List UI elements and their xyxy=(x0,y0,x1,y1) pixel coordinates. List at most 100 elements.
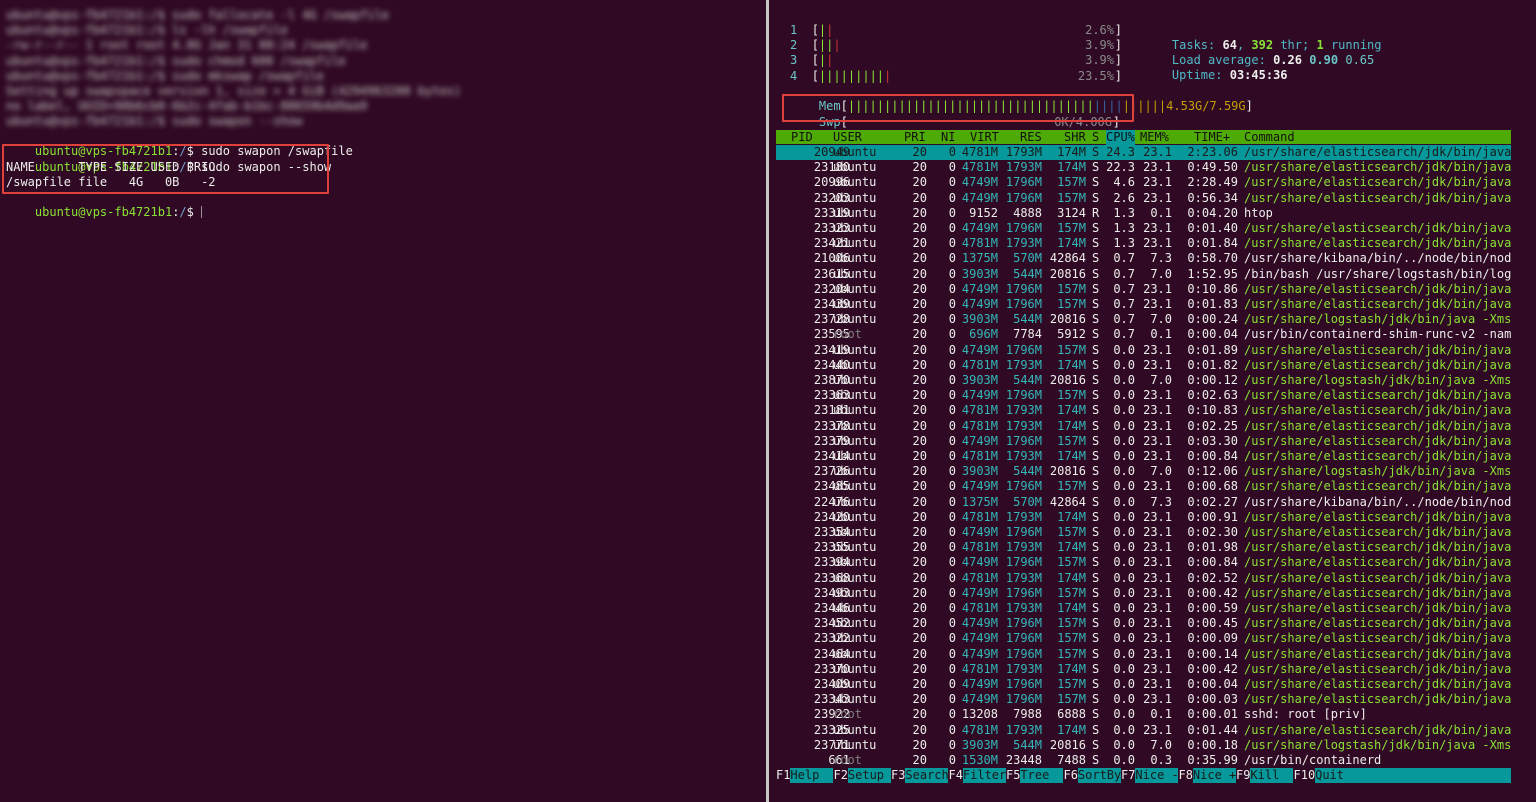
fkey-f9[interactable]: F9 xyxy=(1236,768,1250,783)
process-row[interactable]: 23922 root 20 0 13208 7988 6888 S 0.0 0.1 0:00.01 s… xyxy=(776,707,1511,722)
cell-ni: 0 xyxy=(948,373,956,387)
process-row[interactable]: 23595 root 20 0 696M 7784 5912 S 0.7 0.1 0:00.04/u… xyxy=(776,327,1511,342)
cell-cmd: /usr/share/elasticsearch/jdk/bin/java xyxy=(1244,570,1511,585)
cell-pri: 20 xyxy=(912,479,927,494)
process-row[interactable]: 23363 ubuntu 20 0 4749M 1796M 157M S 0.0 23.1 0:02… xyxy=(776,388,1511,403)
fkey-f10[interactable]: F10 xyxy=(1294,768,1316,783)
process-row[interactable]: 23414 ubuntu 20 0 4781M 1793M 174M S 0.0 23.1 0:00… xyxy=(776,449,1511,464)
process-row[interactable]: 23354 ubuntu 20 0 4749M 1796M 157M S 0.0 23.1 0:02… xyxy=(776,525,1511,540)
cell-time: 0:02.27 xyxy=(1187,494,1238,509)
process-row[interactable]: 23181 ubuntu 20 0 4781M 1793M 174M S 0.0 23.1 0:10… xyxy=(776,403,1511,418)
process-row[interactable]: 23493 ubuntu 20 0 4749M 1796M 157M S 0.0 23.1 0:00… xyxy=(776,586,1511,601)
process-row[interactable]: 23325 ubuntu 20 0 4781M 1793M 174M S 0.0 23.1 0:01… xyxy=(776,723,1511,738)
process-row[interactable]: 23355 ubuntu 20 0 4781M 1793M 174M S 0.0 23.1 0:01… xyxy=(776,540,1511,555)
process-table-header[interactable]: PID USER PRI NI VIRT RES SHR S CPU% MEM%… xyxy=(776,130,1511,146)
process-row[interactable]: 23203 ubuntu 20 0 4749M 1796M 157M S 2.6 23.1 0:56… xyxy=(776,191,1511,206)
process-row-selected[interactable]: 20949 ubuntu 20 0 4781M 1793M 174M S 24.3 23.1 2:2… xyxy=(776,145,1511,160)
fkey-label-kill[interactable]: Kill xyxy=(1250,768,1294,783)
process-row[interactable]: 23322 ubuntu 20 0 4749M 1796M 157M S 0.0 23.1 0:00… xyxy=(776,631,1511,646)
cell-shr: 157M xyxy=(1057,631,1086,646)
col-mem[interactable]: MEM% xyxy=(1140,130,1169,145)
col-res[interactable]: RES xyxy=(1020,130,1042,145)
pane-divider[interactable] xyxy=(766,0,769,802)
process-row[interactable]: 23485 ubuntu 20 0 4749M 1796M 157M S 0.0 23.1 0:00… xyxy=(776,479,1511,494)
cell-shr: 174M xyxy=(1057,236,1086,251)
fkey-label-setup[interactable]: Setup xyxy=(847,768,891,783)
col-pid[interactable]: PID xyxy=(791,130,813,145)
left-terminal-pane[interactable]: ubuntu@vps-fb4721b1:/$ sudo fallocate -l… xyxy=(0,0,766,802)
process-row[interactable]: 23319 ubuntu 20 0 9152 4888 3124 R 1.3 0.1 0:04.20… xyxy=(776,206,1511,221)
cell-time: 0:00.04 xyxy=(1187,327,1238,342)
cell-pri: 20 xyxy=(912,525,927,539)
fkey-f6[interactable]: F6 xyxy=(1064,768,1078,783)
process-row[interactable]: 23379 ubuntu 20 0 4749M 1796M 157M S 0.0 23.1 0:03… xyxy=(776,434,1511,449)
cell-cpu: 0.0 xyxy=(1113,585,1135,600)
col-shr[interactable]: SHR xyxy=(1064,130,1086,145)
fkey-label-search[interactable]: Search xyxy=(905,768,949,783)
col-pri[interactable]: PRI xyxy=(904,130,926,145)
fkey-f2[interactable]: F2 xyxy=(834,768,848,783)
process-row[interactable]: 23464 ubuntu 20 0 4749M 1796M 157M S 0.0 23.1 0:00… xyxy=(776,647,1511,662)
process-row[interactable]: 22476 ubuntu 20 0 1375M 570M 42864 S 0.0 7.3 0:02.… xyxy=(776,495,1511,510)
fkey-f5[interactable]: F5 xyxy=(1006,768,1020,783)
process-row[interactable]: 23323 ubuntu 20 0 4749M 1796M 157M S 1.3 23.1 0:01… xyxy=(776,221,1511,236)
cell-res: 1793M xyxy=(1005,357,1042,372)
col-ni[interactable]: NI xyxy=(941,130,955,145)
cell-res: 1796M xyxy=(1005,175,1042,190)
cell-cpu: 4.6 xyxy=(1113,175,1135,190)
process-row[interactable]: 23204 ubuntu 20 0 4749M 1796M 157M S 0.7 23.1 0:10… xyxy=(776,282,1511,297)
process-row[interactable]: 23343 ubuntu 20 0 4749M 1796M 157M S 0.0 23.1 0:00… xyxy=(776,692,1511,707)
process-row[interactable]: 23394 ubuntu 20 0 4749M 1796M 157M S 0.0 23.1 0:00… xyxy=(776,555,1511,570)
cell-user: ubuntu xyxy=(833,449,877,463)
cell-shr: 3124 xyxy=(1057,205,1086,220)
cell-cmd: /usr/share/elasticsearch/jdk/bin/java xyxy=(1244,342,1511,357)
cell-shr: 157M xyxy=(1057,281,1086,296)
process-row[interactable]: 23615 ubuntu 20 0 3903M 544M 20816 S 0.7 7.0 1:52.… xyxy=(776,267,1511,282)
cell-cmd: /usr/share/elasticsearch/jdk/bin/java xyxy=(1244,221,1511,235)
process-row[interactable]: 23452 ubuntu 20 0 4749M 1796M 157M S 0.0 23.1 0:00… xyxy=(776,616,1511,631)
cell-pri: 20 xyxy=(912,175,927,190)
process-row[interactable]: 23728 ubuntu 20 0 3903M 544M 20816 S 0.7 7.0 0:00.… xyxy=(776,312,1511,327)
process-row[interactable]: 661 root 20 0 1530M 23448 7488 S 0.0 0.3 0:35.99/u… xyxy=(776,753,1511,768)
process-row[interactable]: 23440 ubuntu 20 0 4781M 1793M 174M S 0.0 23.1 0:01… xyxy=(776,358,1511,373)
col-state[interactable]: S xyxy=(1092,130,1099,145)
cell-ni: 0 xyxy=(948,388,956,403)
fkey-f8[interactable]: F8 xyxy=(1179,768,1193,783)
process-row[interactable]: 23726 ubuntu 20 0 3903M 544M 20816 S 0.0 7.0 0:12.… xyxy=(776,464,1511,479)
process-row[interactable]: 23771 ubuntu 20 0 3903M 544M 20816 S 0.0 7.0 0:00.… xyxy=(776,738,1511,753)
process-row[interactable]: 23439 ubuntu 20 0 4749M 1796M 157M S 0.7 23.1 0:01… xyxy=(776,297,1511,312)
fkey-label-nice[interactable]: Nice - xyxy=(1135,768,1179,783)
fkey-label-sortby[interactable]: SortBy xyxy=(1077,768,1121,783)
cell-virt: 4781M xyxy=(961,236,998,251)
fkey-label-nice[interactable]: Nice + xyxy=(1192,768,1236,783)
cell-res: 1796M xyxy=(1005,692,1042,707)
process-row[interactable]: 23419 ubuntu 20 0 4749M 1796M 157M S 0.0 23.1 0:01… xyxy=(776,343,1511,358)
fkey-label-tree[interactable]: Tree xyxy=(1020,768,1064,783)
fkey-f4[interactable]: F4 xyxy=(949,768,963,783)
fkey-f3[interactable]: F3 xyxy=(891,768,905,783)
cpu-percent: 23.5% xyxy=(1077,68,1114,83)
process-row[interactable]: 23180 ubuntu 20 0 4781M 1793M 174M S 22.3 23.1 0:4… xyxy=(776,160,1511,175)
process-row[interactable]: 23870 ubuntu 20 0 3903M 544M 20816 S 0.0 7.0 0:00.… xyxy=(776,373,1511,388)
process-row[interactable]: 23378 ubuntu 20 0 4781M 1793M 174M S 0.0 23.1 0:02… xyxy=(776,419,1511,434)
process-row[interactable]: 23409 ubuntu 20 0 4749M 1796M 157M S 0.0 23.1 0:00… xyxy=(776,677,1511,692)
process-row[interactable]: 23446 ubuntu 20 0 4781M 1793M 174M S 0.0 23.1 0:00… xyxy=(776,601,1511,616)
col-cpu[interactable]: CPU% xyxy=(1106,130,1135,146)
cell-shr: 20816 xyxy=(1049,464,1086,479)
process-row[interactable]: 23420 ubuntu 20 0 4781M 1793M 174M S 0.0 23.1 0:00… xyxy=(776,510,1511,525)
process-row[interactable]: 23370 ubuntu 20 0 4781M 1793M 174M S 0.0 23.1 0:00… xyxy=(776,662,1511,677)
col-virt[interactable]: VIRT xyxy=(970,130,999,145)
fkey-label-help[interactable]: Help xyxy=(790,768,834,783)
col-command[interactable]: Command xyxy=(1244,130,1295,145)
process-row[interactable]: 20996 ubuntu 20 0 4749M 1796M 157M S 4.6 23.1 2:28… xyxy=(776,175,1511,190)
fkey-label-filter[interactable]: Filter xyxy=(962,768,1006,783)
col-time[interactable]: TIME+ xyxy=(1194,130,1230,145)
process-row[interactable]: 21006 ubuntu 20 0 1375M 570M 42864 S 0.7 7.3 0:58.… xyxy=(776,251,1511,266)
fkey-f1[interactable]: F1 xyxy=(776,768,790,783)
fkey-label-quit[interactable]: Quit xyxy=(1315,768,1511,783)
col-user[interactable]: USER xyxy=(833,130,862,145)
fkey-f7[interactable]: F7 xyxy=(1121,768,1135,783)
cell-st: S xyxy=(1092,601,1100,615)
process-row[interactable]: 23368 ubuntu 20 0 4781M 1793M 174M S 0.0 23.1 0:02… xyxy=(776,571,1511,586)
process-row[interactable]: 23421 ubuntu 20 0 4781M 1793M 174M S 1.3 23.1 0:01… xyxy=(776,236,1511,251)
